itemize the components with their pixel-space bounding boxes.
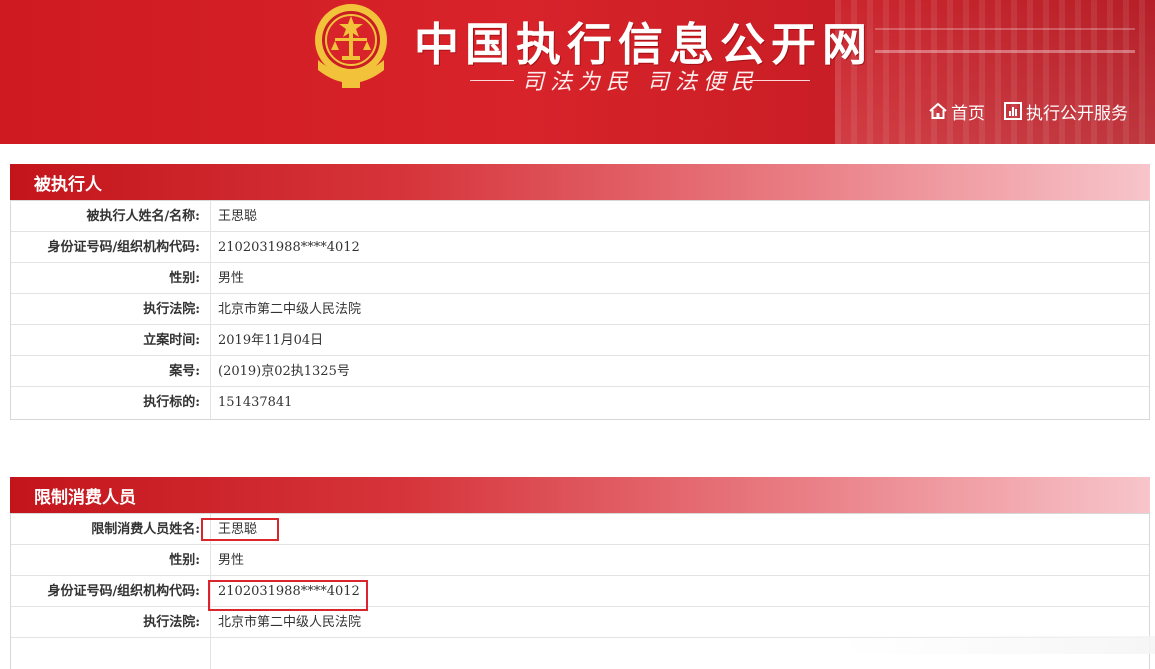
table-row: 执行标的: 151437841 (11, 387, 1149, 419)
table-row: 身份证号码/组织机构代码: 2102031988****4012 (11, 576, 1149, 607)
row-value: 151437841 (218, 395, 293, 410)
court-emblem-icon (315, 4, 387, 88)
row-label: 被执行人姓名/名称: (11, 201, 211, 231)
row-label: 立案时间: (11, 325, 211, 355)
row-value: 男性 (218, 271, 245, 286)
row-value: 北京市第二中级人民法院 (218, 615, 362, 630)
top-nav: 首页 执行公开服务 (928, 98, 1146, 124)
table-row: 性别: 男性 (11, 263, 1149, 294)
section-title: 限制消费人员 (34, 487, 136, 508)
home-icon (929, 102, 947, 119)
row-value: 2102031988****4012 (218, 240, 360, 255)
table-row: 被执行人姓名/名称: 王思聪 (11, 201, 1149, 232)
table-row: 性别: 男性 (11, 545, 1149, 576)
slogan-divider-left (470, 80, 514, 81)
nav-execution-service-label: 执行公开服务 (1026, 103, 1128, 124)
slogan: 司法为民 司法便民 (470, 64, 810, 96)
row-label: 性别: (11, 545, 211, 575)
row-label: 执行标的: (11, 387, 211, 419)
highlight-box-id (208, 580, 368, 611)
nav-home[interactable]: 首页 (928, 99, 985, 124)
nav-home-label: 首页 (951, 103, 985, 124)
nav-execution-service[interactable]: 执行公开服务 (1003, 99, 1128, 124)
row-value: 北京市第二中级人民法院 (218, 302, 362, 317)
row-value: 王思聪 (218, 209, 258, 224)
row-label: 案号: (11, 356, 211, 386)
watermark-fade (840, 636, 1155, 654)
chart-icon (1004, 102, 1022, 120)
row-label: 执行法院: (11, 607, 211, 637)
row-label: 执行法院: (11, 294, 211, 324)
slogan-text: 司法为民 司法便民 (522, 70, 759, 95)
site-header: 中国执行信息公开网 司法为民 司法便民 首页 执行公开服务 (0, 0, 1155, 144)
table-row: 执行法院: 北京市第二中级人民法院 (11, 294, 1149, 325)
row-value: 男性 (218, 553, 245, 568)
executed-person-table: 被执行人姓名/名称: 王思聪 身份证号码/组织机构代码: 2102031988*… (10, 200, 1150, 420)
slogan-divider-right (750, 80, 810, 81)
section-title-bar-executed-person: 被执行人 (10, 164, 1150, 200)
row-value: 2019年11月04日 (218, 333, 324, 348)
table-row: 执行法院: 北京市第二中级人民法院 (11, 607, 1149, 638)
table-row: 案号: (2019)京02执1325号 (11, 356, 1149, 387)
table-row: 限制消费人员姓名: 王思聪 (11, 514, 1149, 545)
row-label: 限制消费人员姓名: (11, 514, 211, 544)
section-title: 被执行人 (34, 174, 102, 195)
row-label: 身份证号码/组织机构代码: (11, 232, 211, 262)
section-title-bar-restricted-consumer: 限制消费人员 (10, 477, 1150, 513)
row-value: (2019)京02执1325号 (218, 364, 350, 379)
row-label: 性别: (11, 263, 211, 293)
table-row: 身份证号码/组织机构代码: 2102031988****4012 (11, 232, 1149, 263)
court-building-roof (875, 28, 1135, 53)
row-label: 身份证号码/组织机构代码: (11, 576, 211, 606)
table-row: 立案时间: 2019年11月04日 (11, 325, 1149, 356)
highlight-box-name (201, 518, 279, 541)
